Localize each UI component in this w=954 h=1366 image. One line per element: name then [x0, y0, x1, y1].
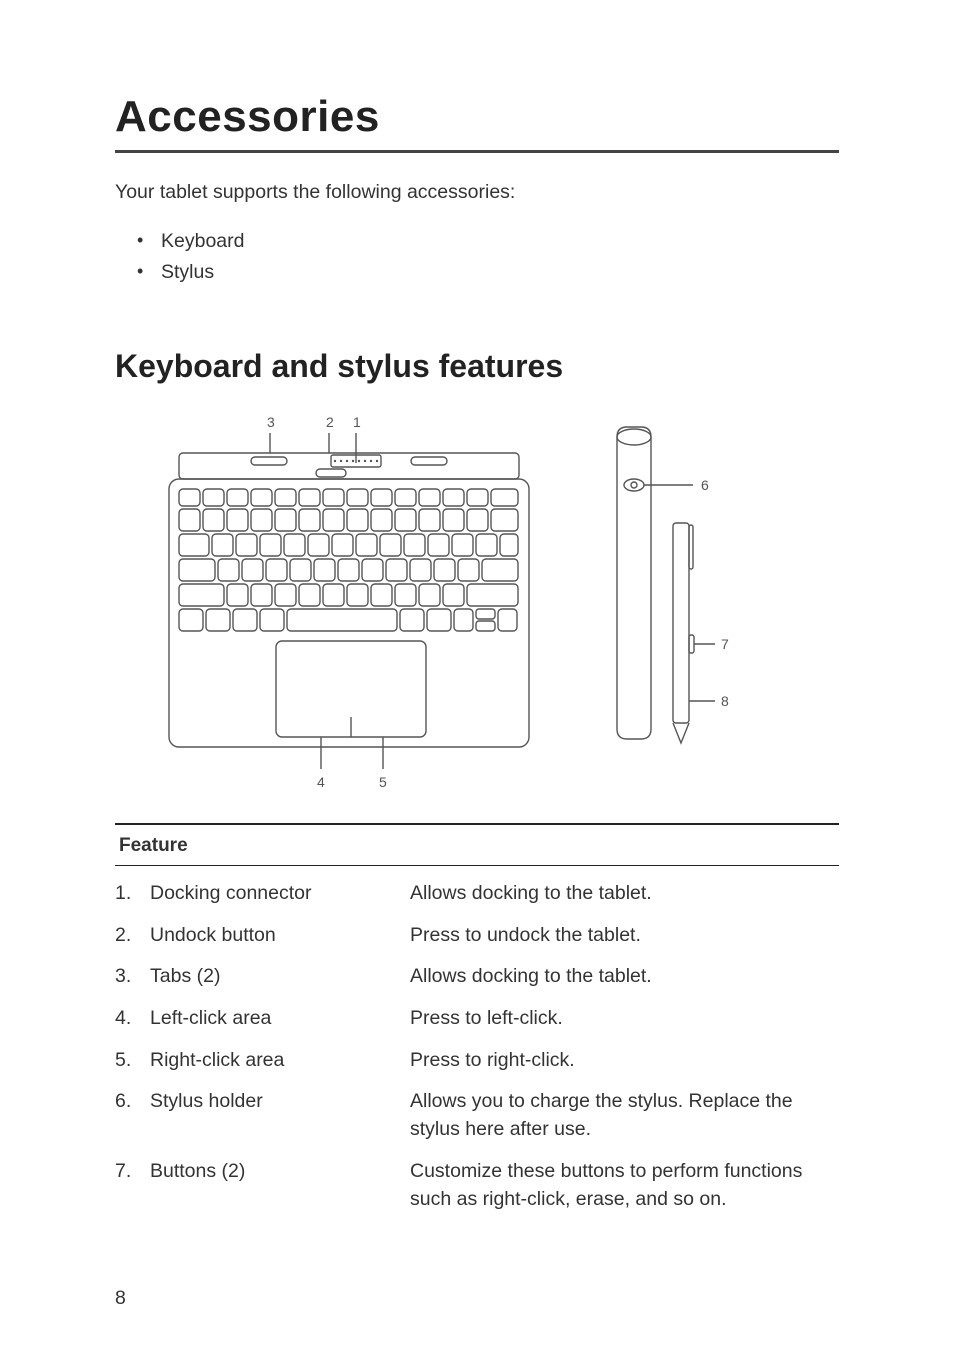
table-row: 3. Tabs (2) Allows docking to the tablet…	[115, 963, 839, 991]
feature-number: 5.	[115, 1047, 150, 1075]
callout-8: 8	[721, 693, 729, 709]
accessories-list: Keyboard Stylus	[137, 230, 839, 284]
table-row: 7. Buttons (2) Customize these buttons t…	[115, 1158, 839, 1213]
table-row: 6. Stylus holder Allows you to charge th…	[115, 1088, 839, 1143]
feature-name: Buttons (2)	[150, 1158, 410, 1186]
feature-description: Customize these buttons to perform funct…	[410, 1158, 839, 1213]
section-title: Keyboard and stylus features	[115, 348, 839, 385]
feature-description: Press to left-click.	[410, 1005, 839, 1033]
table-row: 4. Left-click area Press to left-click.	[115, 1005, 839, 1033]
table-row: 5. Right-click area Press to right-click…	[115, 1047, 839, 1075]
feature-name: Undock button	[150, 922, 410, 950]
list-item: Stylus	[137, 261, 839, 284]
stylus-diagram: 6 7 8	[597, 413, 767, 753]
feature-table: 1. Docking connector Allows docking to t…	[115, 880, 839, 1213]
diagram-row: 3 2 1	[115, 413, 839, 793]
feature-number: 6.	[115, 1088, 150, 1116]
callout-7: 7	[721, 636, 729, 652]
feature-description: Allows docking to the tablet.	[410, 880, 839, 908]
callout-2: 2	[326, 414, 334, 430]
feature-name: Docking connector	[150, 880, 410, 908]
feature-number: 1.	[115, 880, 150, 908]
feature-description: Allows docking to the tablet.	[410, 963, 839, 991]
feature-number: 2.	[115, 922, 150, 950]
page-title: Accessories	[115, 92, 839, 153]
feature-number: 7.	[115, 1158, 150, 1186]
keyboard-diagram: 3 2 1	[161, 413, 541, 793]
callout-6: 6	[701, 477, 709, 493]
table-row: 1. Docking connector Allows docking to t…	[115, 880, 839, 908]
page-number: 8	[115, 1287, 126, 1310]
feature-table-header: Feature	[115, 823, 839, 866]
feature-name: Stylus holder	[150, 1088, 410, 1116]
table-row: 2. Undock button Press to undock the tab…	[115, 922, 839, 950]
feature-name: Right-click area	[150, 1047, 410, 1075]
feature-name: Left-click area	[150, 1005, 410, 1033]
list-item: Keyboard	[137, 230, 839, 253]
intro-text: Your tablet supports the following acces…	[115, 181, 839, 204]
callout-1: 1	[353, 414, 361, 430]
feature-name: Tabs (2)	[150, 963, 410, 991]
callout-4: 4	[317, 774, 325, 790]
feature-number: 3.	[115, 963, 150, 991]
callout-5: 5	[379, 774, 387, 790]
feature-number: 4.	[115, 1005, 150, 1033]
callout-3: 3	[267, 414, 275, 430]
feature-description: Press to undock the tablet.	[410, 922, 839, 950]
feature-description: Allows you to charge the stylus. Replace…	[410, 1088, 839, 1143]
feature-description: Press to right-click.	[410, 1047, 839, 1075]
